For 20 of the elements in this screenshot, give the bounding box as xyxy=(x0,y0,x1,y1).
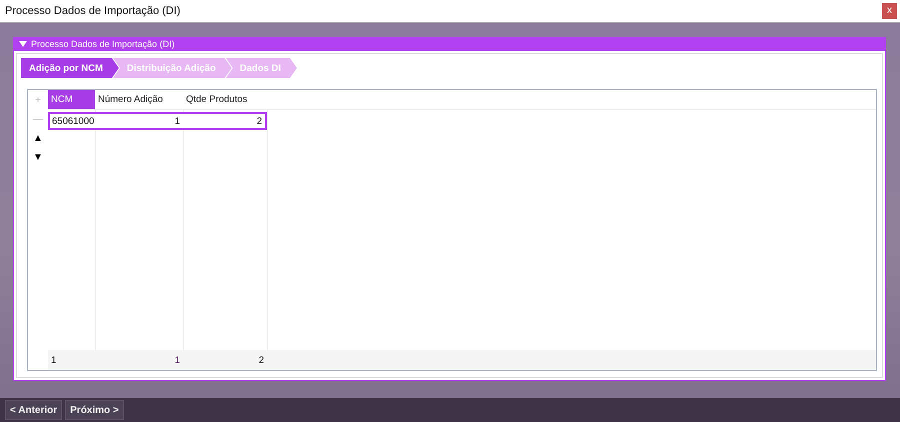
close-button[interactable]: x xyxy=(882,3,897,19)
column-header[interactable]: Qtde Produtos xyxy=(183,90,267,109)
window-title: Processo Dados de Importação (DI) xyxy=(5,5,180,17)
table-cell-text: 1 xyxy=(174,114,181,128)
table-row[interactable]: 65061000 1 2 xyxy=(48,112,267,130)
step-tab[interactable]: Adição por NCM xyxy=(21,58,119,78)
collapse-icon xyxy=(19,41,27,47)
column-header[interactable]: Número Adição xyxy=(95,90,183,109)
table-cell-text: 2 xyxy=(256,114,263,128)
grid-tool-button[interactable]: ▲ xyxy=(30,129,46,148)
table-cell-text: 65061000 xyxy=(51,114,95,128)
total-cell-text: 2 xyxy=(258,354,265,368)
grid-tool-button[interactable]: ▼ xyxy=(30,148,46,167)
nav-button[interactable]: < Anterior xyxy=(5,400,62,420)
column-header[interactable]: NCM xyxy=(48,90,95,109)
total-cell-text: 1 xyxy=(50,354,58,368)
total-cell-text: 1 xyxy=(174,354,181,368)
panel-header[interactable]: Processo Dados de Importação (DI) xyxy=(14,37,885,51)
panel-title: Processo Dados de Importação (DI) xyxy=(31,39,175,49)
nav-button[interactable]: Próximo > xyxy=(65,400,124,420)
